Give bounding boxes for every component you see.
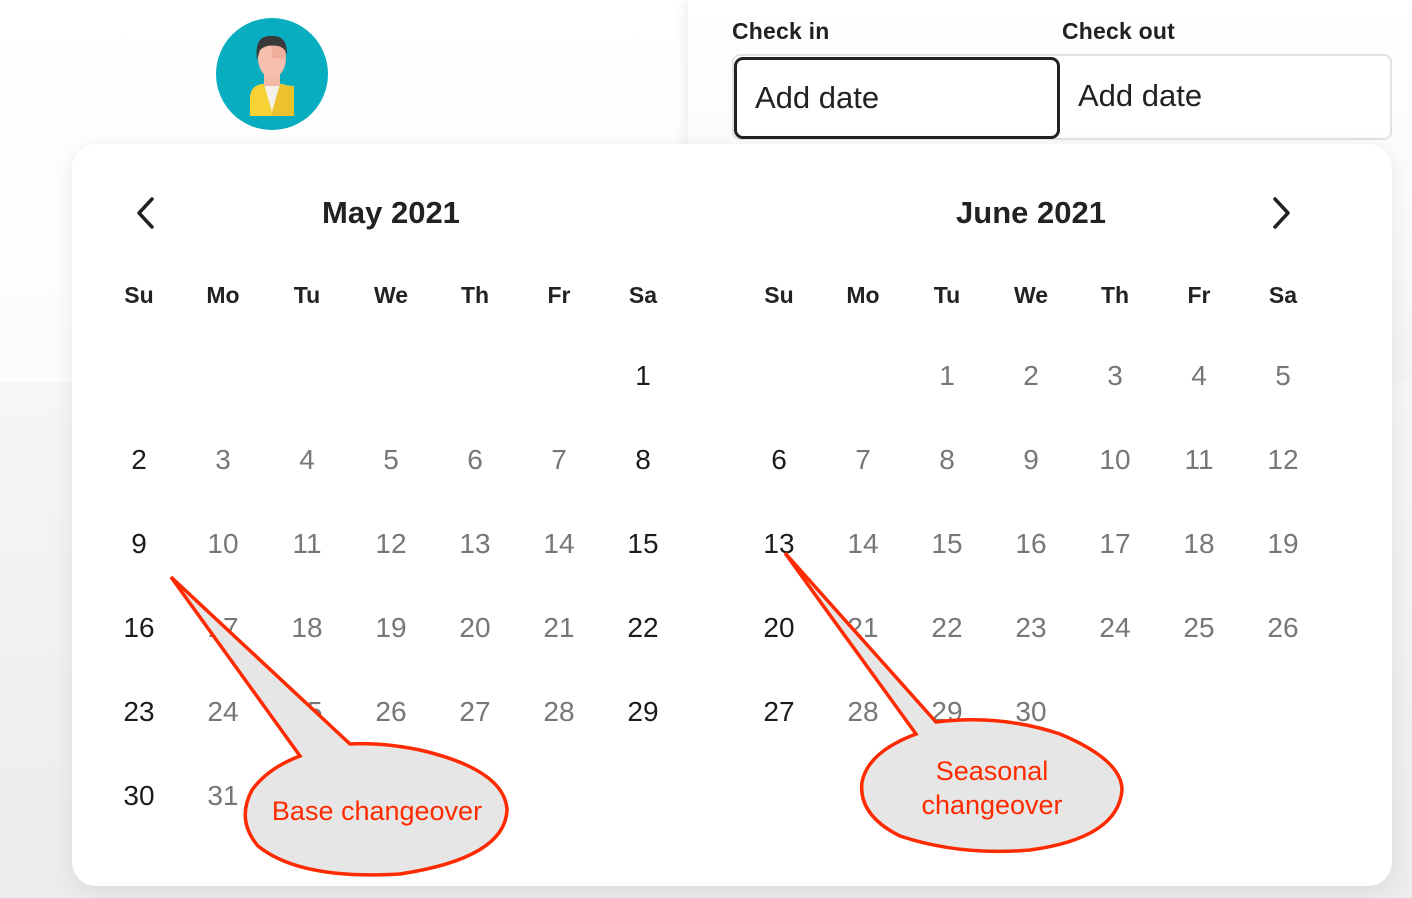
calendar-day[interactable]: 2 xyxy=(989,360,1073,392)
calendar-day[interactable]: 11 xyxy=(265,528,349,560)
calendar-day[interactable]: 9 xyxy=(97,528,181,560)
weekday-header: Sa xyxy=(1268,282,1298,308)
calendar-day[interactable]: 23 xyxy=(989,612,1073,644)
calendar-day[interactable]: 26 xyxy=(349,696,433,728)
calendar-day[interactable]: 12 xyxy=(1241,444,1325,476)
calendar-day[interactable]: 11 xyxy=(1157,444,1241,476)
calendar-day[interactable]: 4 xyxy=(1157,360,1241,392)
weekday-header: Su xyxy=(124,282,154,308)
next-month-button[interactable] xyxy=(1262,193,1302,233)
calendar-day[interactable]: 27 xyxy=(737,696,821,728)
calendar-day[interactable]: 5 xyxy=(1241,360,1325,392)
weekday-header: We xyxy=(373,282,409,308)
calendar-day[interactable]: 18 xyxy=(1157,528,1241,560)
calendar-day[interactable]: 28 xyxy=(517,696,601,728)
date-picker-popup xyxy=(72,144,1392,886)
calendar-day[interactable]: 12 xyxy=(349,528,433,560)
calendar-day[interactable]: 2 xyxy=(97,444,181,476)
calendar-day[interactable]: 10 xyxy=(1073,444,1157,476)
weekday-header: Fr xyxy=(1187,282,1211,308)
month-title-june: June 2021 xyxy=(956,195,1106,230)
chevron-right-icon xyxy=(1273,197,1290,229)
weekday-header: Mo xyxy=(206,282,240,308)
calendar-day[interactable]: 21 xyxy=(821,612,905,644)
weekday-header: Tu xyxy=(933,282,961,308)
calendar-day[interactable]: 16 xyxy=(989,528,1073,560)
calendar-day[interactable]: 7 xyxy=(517,444,601,476)
weekday-header: Tu xyxy=(293,282,321,308)
calendar-day[interactable]: 5 xyxy=(349,444,433,476)
calendar-day[interactable]: 6 xyxy=(433,444,517,476)
calendar-day[interactable]: 15 xyxy=(905,528,989,560)
calendar-day[interactable]: 17 xyxy=(181,612,265,644)
calendar-day[interactable]: 14 xyxy=(821,528,905,560)
weekday-header: Mo xyxy=(846,282,880,308)
calendar-day[interactable]: 25 xyxy=(265,696,349,728)
calendar-day[interactable]: 4 xyxy=(265,444,349,476)
calendar-day[interactable]: 24 xyxy=(1073,612,1157,644)
calendar-day[interactable]: 22 xyxy=(601,612,685,644)
calendar-day[interactable]: 1 xyxy=(905,360,989,392)
weekday-header: Su xyxy=(764,282,794,308)
user-avatar[interactable] xyxy=(216,18,328,130)
calendar-day[interactable]: 13 xyxy=(737,528,821,560)
calendar-day[interactable]: 8 xyxy=(601,444,685,476)
weekday-header: Sa xyxy=(628,282,658,308)
calendar-day[interactable]: 16 xyxy=(97,612,181,644)
calendar-day[interactable]: 6 xyxy=(737,444,821,476)
calendar-day[interactable]: 28 xyxy=(821,696,905,728)
calendar-day[interactable]: 30 xyxy=(989,696,1073,728)
check-out-label: Check out xyxy=(1062,18,1175,44)
weekday-header: Fr xyxy=(547,282,571,308)
calendar-day[interactable]: 17 xyxy=(1073,528,1157,560)
calendar-day[interactable]: 7 xyxy=(821,444,905,476)
calendar-day[interactable]: 27 xyxy=(433,696,517,728)
calendar-day[interactable]: 29 xyxy=(601,696,685,728)
calendar-day[interactable]: 13 xyxy=(433,528,517,560)
calendar-day[interactable]: 25 xyxy=(1157,612,1241,644)
calendar-day[interactable]: 20 xyxy=(433,612,517,644)
calendar-day[interactable]: 1 xyxy=(601,360,685,392)
month-title-may: May 2021 xyxy=(322,195,460,230)
calendar-day[interactable]: 26 xyxy=(1241,612,1325,644)
person-icon xyxy=(250,35,294,116)
weekday-header: We xyxy=(1013,282,1049,308)
calendar-day[interactable]: 8 xyxy=(905,444,989,476)
calendar-day[interactable]: 9 xyxy=(989,444,1073,476)
calendar-day[interactable]: 3 xyxy=(181,444,265,476)
calendar-day[interactable]: 18 xyxy=(265,612,349,644)
chevron-left-icon xyxy=(137,197,154,229)
calendar-day[interactable]: 20 xyxy=(737,612,821,644)
prev-month-button[interactable] xyxy=(125,193,165,233)
weekday-header: Th xyxy=(460,282,490,308)
calendar-day[interactable]: 19 xyxy=(1241,528,1325,560)
calendar-day[interactable]: 23 xyxy=(97,696,181,728)
calendar-day[interactable]: 15 xyxy=(601,528,685,560)
calendar-day[interactable]: 21 xyxy=(517,612,601,644)
calendar-day[interactable]: 31 xyxy=(181,780,265,812)
calendar-day[interactable]: 19 xyxy=(349,612,433,644)
check-in-field[interactable]: Add date xyxy=(734,57,1060,139)
calendar-day[interactable]: 14 xyxy=(517,528,601,560)
check-out-field[interactable]: Add date xyxy=(1060,56,1390,136)
calendar-day[interactable]: 22 xyxy=(905,612,989,644)
calendar-day[interactable]: 24 xyxy=(181,696,265,728)
check-in-label: Check in xyxy=(732,18,830,44)
weekday-header: Th xyxy=(1100,282,1130,308)
calendar-day[interactable]: 30 xyxy=(97,780,181,812)
calendar-day[interactable]: 3 xyxy=(1073,360,1157,392)
calendar-day[interactable]: 10 xyxy=(181,528,265,560)
calendar-day[interactable]: 29 xyxy=(905,696,989,728)
